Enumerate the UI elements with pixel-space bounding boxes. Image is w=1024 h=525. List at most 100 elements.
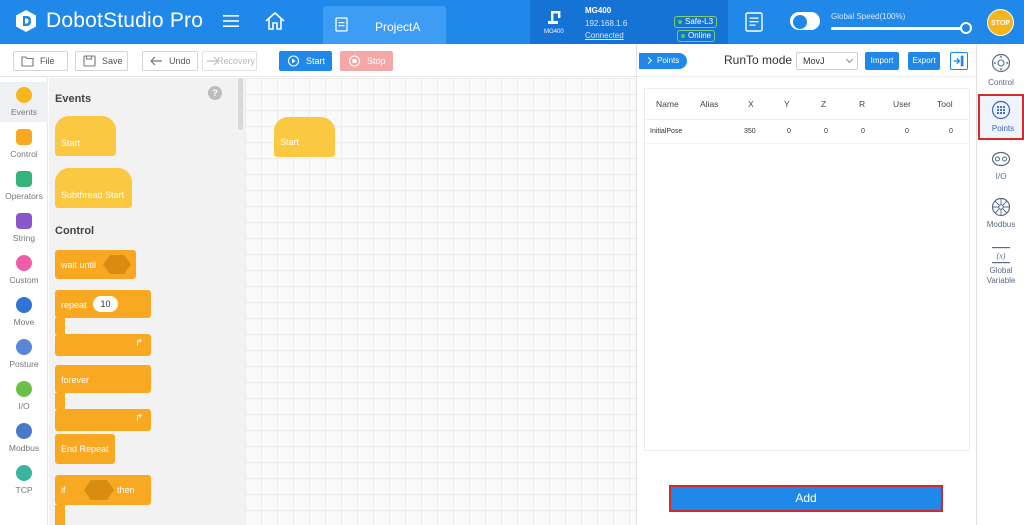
io-icon <box>991 151 1011 167</box>
tab-points[interactable]: Points <box>978 94 1024 140</box>
folder-icon <box>21 56 34 67</box>
robot-arm-icon <box>548 11 561 24</box>
category-control[interactable]: Control <box>0 124 48 164</box>
point-r-cell: 0 <box>861 128 865 135</box>
block-label: repeat <box>61 300 87 310</box>
block-repeat[interactable]: repeat 10 <box>55 290 151 318</box>
custom-icon <box>16 255 32 271</box>
modbus-network-icon <box>991 197 1011 217</box>
block-label: End Repeat <box>61 444 109 454</box>
dobot-logo-icon <box>16 10 36 32</box>
blockly-workspace[interactable]: Start <box>245 78 636 525</box>
export-button[interactable]: Export <box>908 52 940 70</box>
block-palette: Events ? Start Subthread Start Control w… <box>49 78 245 525</box>
emergency-stop-button[interactable]: STOP <box>987 9 1014 36</box>
variable-icon: (x) <box>992 247 1010 264</box>
table-row[interactable]: InitialPose 350 0 0 0 0 0 <box>645 120 969 144</box>
svg-text:(x): (x) <box>997 252 1006 261</box>
column-header-alias: Alias <box>700 99 719 109</box>
undo-button-label: Undo <box>169 56 191 66</box>
block-forever-arm <box>55 393 65 409</box>
point-x-cell: 350 <box>744 128 756 135</box>
block-wait-until[interactable]: wait until <box>55 250 136 279</box>
tcp-icon <box>16 465 32 481</box>
project-tab-label: ProjectA <box>375 20 421 34</box>
block-label: Start <box>280 137 300 147</box>
tab-project[interactable]: ProjectA <box>323 6 446 44</box>
tab-modbus[interactable]: Modbus <box>978 192 1024 234</box>
redo-icon <box>207 56 219 66</box>
runto-mode-select[interactable]: MovJ <box>796 52 858 70</box>
block-label: then <box>117 485 135 495</box>
category-tcp[interactable]: TCP <box>0 460 48 500</box>
category-operators[interactable]: Operators <box>0 166 48 206</box>
help-icon[interactable]: ? <box>208 86 222 100</box>
operators-icon <box>16 171 32 187</box>
category-label: Control <box>10 149 38 159</box>
tab-label: Global Variable <box>986 266 1016 285</box>
menu-icon[interactable] <box>222 12 240 30</box>
tab-control[interactable]: Control <box>978 48 1024 90</box>
repeat-count-input[interactable]: 10 <box>93 296 118 312</box>
global-speed-label: Global Speed(100%) <box>831 12 906 21</box>
block-subthread-start[interactable]: Subthread Start <box>55 168 132 208</box>
category-posture[interactable]: Posture <box>0 334 48 374</box>
block-end-repeat[interactable]: End Repeat <box>55 434 115 464</box>
block-category-bar: Events Control Operators String Custom M… <box>0 78 48 525</box>
start-button[interactable]: Start <box>279 51 332 71</box>
stop-button[interactable]: Stop <box>340 51 393 71</box>
category-string[interactable]: String <box>0 208 48 248</box>
recovery-button[interactable]: Recovery <box>202 51 257 71</box>
block-start[interactable]: Start <box>55 116 116 156</box>
category-modbus[interactable]: Modbus <box>0 418 48 458</box>
tab-label: I/O <box>995 172 1007 181</box>
tab-label: Points <box>991 124 1015 133</box>
save-icon <box>83 55 96 67</box>
condition-slot-icon <box>103 255 131 274</box>
posture-icon <box>16 339 32 355</box>
top-bar: DobotStudio Pro ProjectA MG400 MG400 192… <box>0 0 1024 44</box>
enable-toggle[interactable] <box>790 12 820 30</box>
column-header-r: R <box>859 99 866 109</box>
points-table: Name Alias X Y Z R User Tool InitialPose… <box>644 88 970 451</box>
add-point-button[interactable]: Add <box>669 485 943 512</box>
workspace-start-block[interactable]: Start <box>274 117 335 157</box>
play-icon <box>287 55 300 67</box>
column-header-user: User <box>893 99 911 109</box>
column-header-y: Y <box>784 99 790 109</box>
block-if-then[interactable]: if then <box>55 475 151 505</box>
column-header-name: Name <box>656 99 679 109</box>
file-button[interactable]: File <box>13 51 68 71</box>
block-forever[interactable]: forever <box>55 365 151 393</box>
collapse-panel-icon[interactable] <box>950 52 968 70</box>
points-panel-tag[interactable]: Points <box>639 53 687 69</box>
runto-mode-value: MovJ <box>803 56 825 66</box>
undo-icon <box>150 56 162 66</box>
category-move[interactable]: Move <box>0 292 48 332</box>
points-table-header: Name Alias X Y Z R User Tool <box>645 89 969 120</box>
save-button[interactable]: Save <box>75 51 128 71</box>
tab-label: Control <box>988 78 1014 87</box>
log-icon[interactable] <box>744 11 764 33</box>
block-label: if <box>61 485 66 495</box>
import-button[interactable]: Import <box>865 52 899 70</box>
points-grid-icon <box>991 100 1011 120</box>
robot-ip: 192.168.1.6 <box>585 19 628 28</box>
connection-status-link[interactable]: Connected <box>585 31 624 40</box>
category-io[interactable]: I/O <box>0 376 48 416</box>
column-header-z: Z <box>821 99 827 109</box>
category-custom[interactable]: Custom <box>0 250 48 290</box>
stop-button-label: Stop <box>367 56 386 66</box>
runto-mode-label: RunTo mode <box>724 53 793 67</box>
events-icon <box>16 87 32 103</box>
category-events[interactable]: Events <box>0 82 48 122</box>
palette-scrollbar[interactable] <box>238 78 243 130</box>
tab-io[interactable]: I/O <box>978 144 1024 186</box>
undo-button[interactable]: Undo <box>142 51 198 71</box>
global-speed-slider-handle[interactable] <box>960 22 972 34</box>
column-header-x: X <box>748 99 754 109</box>
save-button-label: Save <box>102 56 123 66</box>
global-speed-slider[interactable] <box>831 27 967 30</box>
home-icon[interactable] <box>264 11 286 31</box>
tab-global-variable[interactable]: (x) Global Variable <box>978 240 1024 286</box>
